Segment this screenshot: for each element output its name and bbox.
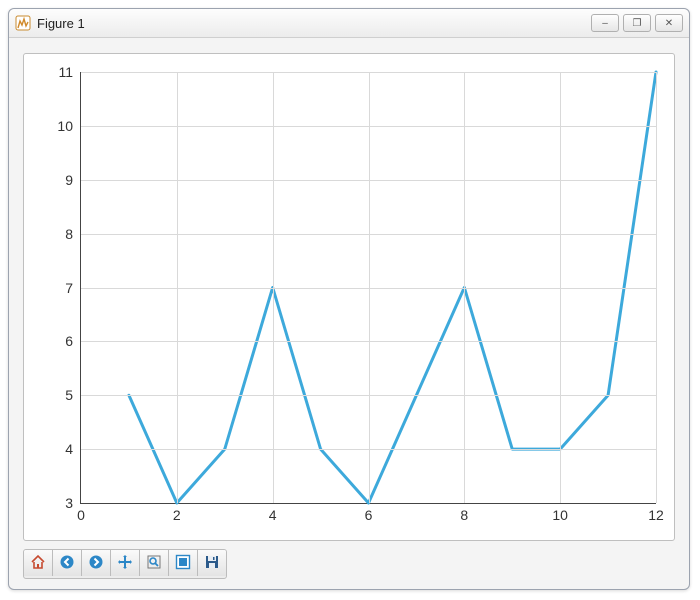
- maximize-icon: ❐: [633, 18, 642, 29]
- y-tick-label: 4: [65, 441, 73, 457]
- x-tick-label: 6: [365, 507, 373, 523]
- y-tick-label: 5: [65, 387, 73, 403]
- grid-h: [81, 449, 656, 450]
- x-tick-label: 0: [77, 507, 85, 523]
- grid-v: [656, 72, 657, 503]
- minimize-icon: –: [602, 18, 608, 29]
- app-icon: [15, 15, 31, 31]
- window-title: Figure 1: [37, 16, 85, 31]
- y-tick-label: 11: [58, 64, 73, 80]
- minimize-button[interactable]: –: [591, 14, 619, 32]
- titlebar[interactable]: Figure 1 – ❐ ✕: [9, 9, 689, 38]
- pan-icon: [117, 554, 133, 573]
- save-button[interactable]: [198, 550, 226, 576]
- home-icon: [30, 554, 46, 573]
- subplots-icon: [175, 554, 191, 573]
- grid-h: [81, 126, 656, 127]
- axes[interactable]: 02468101234567891011: [80, 72, 656, 504]
- maximize-button[interactable]: ❐: [623, 14, 651, 32]
- nav-toolbar: [23, 549, 227, 579]
- y-tick-label: 9: [65, 172, 73, 188]
- back-icon: [59, 554, 75, 573]
- x-tick-label: 4: [269, 507, 277, 523]
- y-tick-label: 10: [57, 118, 73, 134]
- grid-h: [81, 288, 656, 289]
- forward-button[interactable]: [82, 550, 111, 576]
- grid-h: [81, 341, 656, 342]
- close-icon: ✕: [665, 18, 673, 29]
- x-tick-label: 12: [648, 507, 664, 523]
- pan-button[interactable]: [111, 550, 140, 576]
- y-tick-label: 6: [65, 333, 73, 349]
- grid-h: [81, 72, 656, 73]
- grid-h: [81, 395, 656, 396]
- figure-window: Figure 1 – ❐ ✕ 0 2 4 6 8 10 12 3 4 5 6 7 8 9 10 11: [8, 8, 690, 590]
- forward-icon: [88, 554, 104, 573]
- x-tick-label: 8: [460, 507, 468, 523]
- x-tick-label: 10: [552, 507, 568, 523]
- plot-frame: 0 2 4 6 8 10 12 3 4 5 6 7 8 9 10 11: [23, 53, 675, 541]
- zoom-button[interactable]: [140, 550, 169, 576]
- back-button[interactable]: [53, 550, 82, 576]
- close-button[interactable]: ✕: [655, 14, 683, 32]
- grid-h: [81, 234, 656, 235]
- zoom-icon: [146, 554, 162, 573]
- home-button[interactable]: [24, 550, 53, 576]
- y-tick-label: 7: [65, 280, 73, 296]
- save-icon: [204, 554, 220, 573]
- y-tick-label: 8: [65, 226, 73, 242]
- y-tick-label: 3: [65, 495, 73, 511]
- x-tick-label: 2: [173, 507, 181, 523]
- grid-h: [81, 180, 656, 181]
- subplots-button[interactable]: [169, 550, 198, 576]
